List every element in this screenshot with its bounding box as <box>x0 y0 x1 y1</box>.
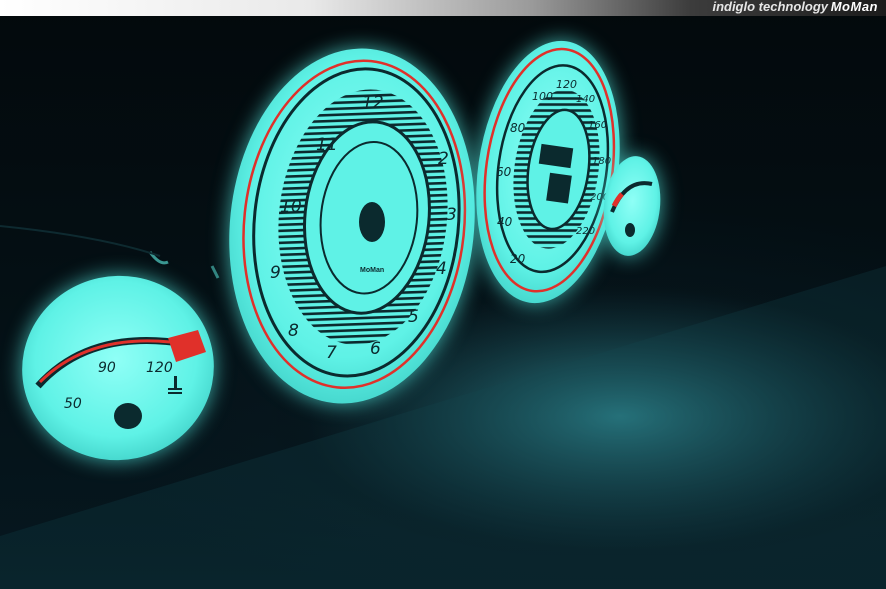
temperature-gauge-face <box>22 275 214 461</box>
tach-number-10: 10 <box>280 197 302 217</box>
tach-number-8: 8 <box>288 321 299 341</box>
speed-number-80: 80 <box>510 121 526 135</box>
temperature-gauge-needle-hole <box>114 403 142 429</box>
tach-number-4: 4 <box>436 259 447 279</box>
speed-number-100: 100 <box>532 90 553 103</box>
speed-number-180: 180 <box>592 156 611 167</box>
speed-number-140: 140 <box>576 94 595 105</box>
temperature-gauge: 50 90 120 <box>22 275 214 461</box>
banner-tagline: indiglo technology <box>712 0 828 14</box>
tach-number-5: 5 <box>408 307 419 327</box>
tach-number-9: 9 <box>270 263 281 283</box>
tach-number-11: 11 <box>316 135 338 155</box>
photo-stage: indiglo technology MoMan MoMan 2 3 4 5 6… <box>0 0 886 589</box>
speed-number-60: 60 <box>496 165 512 179</box>
speed-number-120: 120 <box>556 78 577 91</box>
wire <box>0 225 161 257</box>
speed-number-160: 160 <box>588 120 607 131</box>
tach-number-2: 2 <box>438 149 449 169</box>
banner-brand: MoMan <box>830 0 878 14</box>
temp-number-50: 50 <box>64 396 82 412</box>
tach-number-12: 12 <box>362 93 384 113</box>
tachometer-brand-mark: MoMan <box>360 267 384 274</box>
fuel-gauge-needle-hole <box>625 223 635 237</box>
speed-number-20: 20 <box>510 252 526 266</box>
instrument-cluster-photo: MoMan 2 3 4 5 6 7 8 9 10 11 12 20 40 60 … <box>0 40 886 589</box>
speed-number-40: 40 <box>497 215 513 229</box>
speed-number-220: 220 <box>576 226 595 237</box>
tach-number-3: 3 <box>446 205 457 225</box>
temp-number-120: 120 <box>146 360 173 376</box>
tach-number-7: 7 <box>326 343 337 363</box>
trip-meter-window <box>546 172 572 204</box>
tachometer-needle-hole <box>359 202 385 242</box>
tach-number-6: 6 <box>370 339 381 359</box>
top-banner: indiglo technology MoMan <box>0 0 886 16</box>
temp-number-90: 90 <box>98 360 116 376</box>
mounting-tab <box>210 265 220 279</box>
